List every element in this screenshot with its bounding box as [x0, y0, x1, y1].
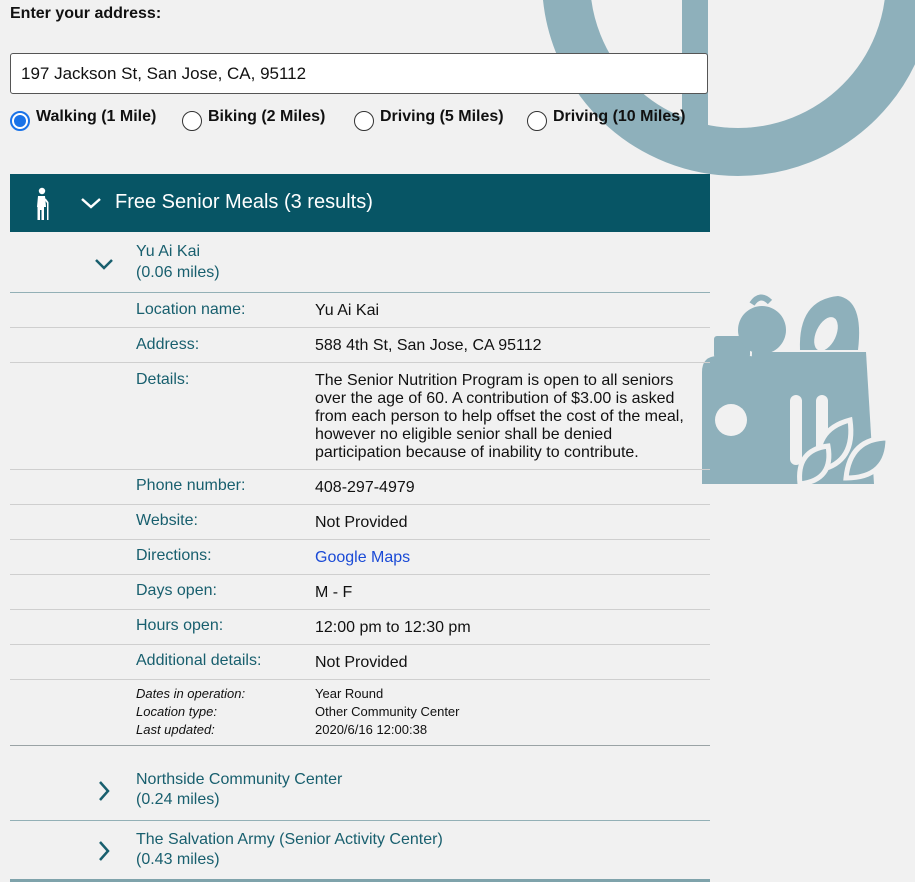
radio-driving-10[interactable]: Driving (10 Miles)	[527, 108, 685, 131]
meta-value: Other Community Center	[315, 704, 460, 719]
detail-row-directions: Directions: Google Maps	[10, 540, 710, 575]
google-maps-link[interactable]: Google Maps	[315, 549, 410, 567]
detail-value: 12:00 pm to 12:30 pm	[315, 619, 471, 636]
detail-row-address: Address: 588 4th St, San Jose, CA 95112	[10, 328, 710, 363]
radio-biking[interactable]: Biking (2 Miles)	[182, 108, 325, 131]
meta-label: Dates in operation:	[136, 686, 246, 701]
detail-row-details: Details: The Senior Nutrition Program is…	[10, 363, 710, 470]
chevron-down-icon[interactable]	[94, 254, 114, 274]
category-header[interactable]: Free Senior Meals (3 results)	[10, 174, 710, 232]
result-distance: (0.43 miles)	[136, 851, 220, 868]
result-name[interactable]: Northside Community Center	[136, 771, 342, 789]
detail-label: Phone number:	[136, 477, 246, 494]
address-label: Enter your address:	[10, 5, 162, 22]
radio-driving-10-button[interactable]	[527, 111, 547, 131]
radio-walking-button[interactable]	[10, 111, 30, 131]
radio-driving-5-button[interactable]	[354, 111, 374, 131]
detail-label: Additional details:	[136, 652, 262, 669]
radio-biking-button[interactable]	[182, 111, 202, 131]
detail-label: Days open:	[136, 582, 217, 599]
result-item-northside[interactable]: Northside Community Center (0.24 miles)	[10, 760, 710, 820]
detail-value: 588 4th St, San Jose, CA 95112	[315, 337, 542, 354]
result-item-yu-ai-kai[interactable]: Yu Ai Kai (0.06 miles)	[10, 232, 710, 292]
meta-label: Last updated:	[136, 722, 215, 737]
detail-value: Yu Ai Kai	[315, 302, 380, 319]
detail-value: 408-297-4979	[315, 479, 415, 496]
chevron-right-icon[interactable]	[94, 840, 114, 862]
result-distance: (0.06 miles)	[136, 264, 220, 281]
detail-row-additional: Additional details: Not Provided	[10, 645, 710, 680]
result-name[interactable]: The Salvation Army (Senior Activity Cent…	[136, 831, 443, 849]
detail-value: The Senior Nutrition Program is open to …	[315, 372, 684, 461]
radio-walking[interactable]: Walking (1 Mile)	[10, 108, 156, 131]
detail-row-days: Days open: M - F	[10, 575, 710, 610]
category-title: Free Senior Meals (3 results)	[115, 191, 373, 213]
radio-walking-label: Walking (1 Mile)	[36, 108, 157, 125]
detail-row-location-name: Location name: Yu Ai Kai	[10, 292, 710, 328]
radio-driving-5[interactable]: Driving (5 Miles)	[354, 108, 504, 131]
detail-label: Website:	[136, 512, 198, 529]
detail-label: Address:	[136, 336, 200, 353]
detail-label: Location name:	[136, 301, 246, 318]
address-input[interactable]	[10, 53, 708, 94]
detail-meta: Dates in operation: Year Round Location …	[10, 680, 710, 746]
result-name[interactable]: Yu Ai Kai	[136, 243, 200, 261]
chevron-down-icon[interactable]	[80, 192, 102, 214]
result-distance: (0.24 miles)	[136, 791, 220, 808]
detail-row-website: Website: Not Provided	[10, 505, 710, 540]
radio-driving-10-label: Driving (10 Miles)	[553, 108, 686, 125]
result-item-salvation-army[interactable]: The Salvation Army (Senior Activity Cent…	[10, 820, 710, 880]
travel-mode-group: Walking (1 Mile) Biking (2 Miles) Drivin…	[10, 108, 730, 134]
radio-biking-label: Biking (2 Miles)	[208, 108, 326, 125]
radio-driving-5-label: Driving (5 Miles)	[380, 108, 504, 125]
grocery-bag-icon	[702, 294, 891, 487]
chevron-right-icon[interactable]	[94, 780, 114, 802]
detail-label: Directions:	[136, 547, 212, 564]
meta-value: Year Round	[315, 686, 384, 701]
senior-person-icon	[37, 187, 49, 220]
detail-label: Hours open:	[136, 617, 224, 634]
detail-label: Details:	[136, 371, 190, 388]
detail-value: Not Provided	[315, 514, 408, 531]
detail-row-phone: Phone number: 408-297-4979	[10, 470, 710, 505]
meta-value: 2020/6/16 12:00:38	[315, 722, 428, 737]
detail-value: Not Provided	[315, 654, 408, 671]
detail-row-hours: Hours open: 12:00 pm to 12:30 pm	[10, 610, 710, 645]
meta-label: Location type:	[136, 704, 217, 719]
detail-value: M - F	[315, 584, 353, 601]
